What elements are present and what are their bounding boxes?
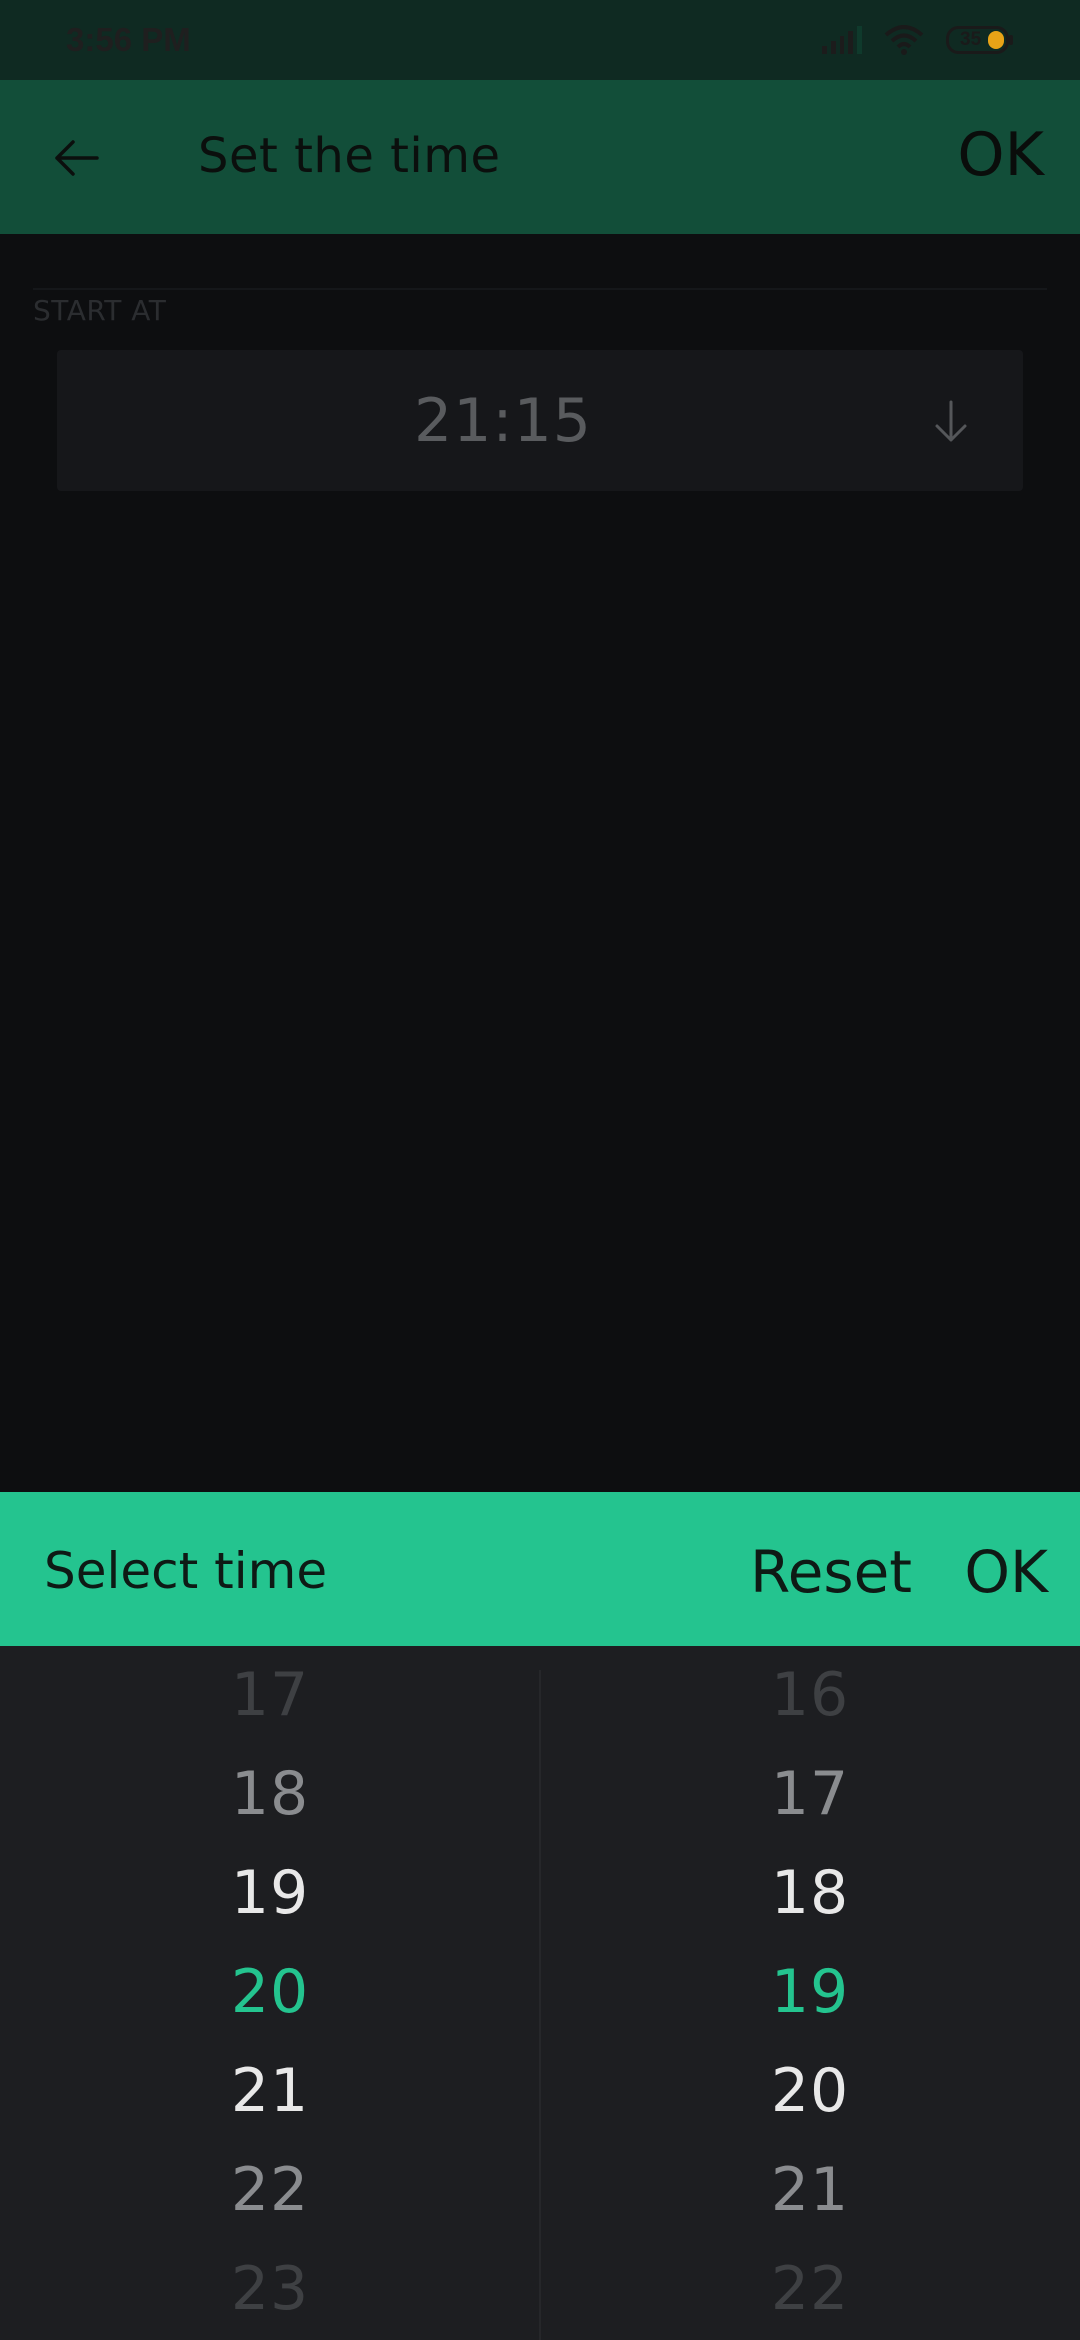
minute-option[interactable]: 22 xyxy=(540,2240,1080,2339)
time-picker-wheels: 17 18 19 20 21 22 23 16 17 18 19 20 21 2… xyxy=(0,1646,1080,2340)
minute-option[interactable]: 18 xyxy=(540,1844,1080,1943)
status-time: 3:56 PM xyxy=(66,21,191,58)
arrow-left-icon xyxy=(55,140,99,176)
hour-option[interactable]: 21 xyxy=(0,2042,540,2141)
status-icons: 35 xyxy=(822,25,1014,55)
wifi-icon xyxy=(884,25,924,55)
hour-option[interactable]: 17 xyxy=(0,1646,540,1745)
hour-option[interactable]: 19 xyxy=(0,1844,540,1943)
signal-icon xyxy=(822,26,862,54)
hour-wheel[interactable]: 17 18 19 20 21 22 23 xyxy=(0,1646,540,2340)
reset-button[interactable]: Reset xyxy=(750,1538,912,1606)
minute-option[interactable]: 20 xyxy=(540,2042,1080,2141)
ok-button[interactable]: OK xyxy=(957,120,1044,190)
hour-option[interactable]: 23 xyxy=(0,2240,540,2339)
divider xyxy=(33,288,1047,290)
minute-option[interactable]: 21 xyxy=(540,2141,1080,2240)
back-button[interactable] xyxy=(36,122,116,194)
start-time-value: 21:15 xyxy=(414,386,592,456)
minute-wheel[interactable]: 16 17 18 19 20 21 22 xyxy=(540,1646,1080,2340)
start-time-field[interactable]: 21:15 xyxy=(57,350,1023,491)
hour-option-selected[interactable]: 20 xyxy=(0,1943,540,2042)
battery-level: 35 xyxy=(960,29,982,50)
app-bar: Set the time OK xyxy=(0,80,1080,234)
hour-option[interactable]: 22 xyxy=(0,2141,540,2240)
time-picker-title: Select time xyxy=(44,1542,328,1600)
time-picker-header: Select time Reset OK xyxy=(0,1492,1080,1646)
status-bar: 3:56 PM 35 xyxy=(0,0,1080,80)
start-at-label: START AT xyxy=(33,294,167,327)
minute-option[interactable]: 16 xyxy=(540,1646,1080,1745)
minute-option-selected[interactable]: 19 xyxy=(540,1943,1080,2042)
battery-icon: 35 xyxy=(946,25,1014,55)
arrow-down-icon xyxy=(935,400,967,442)
hour-option[interactable]: 18 xyxy=(0,1745,540,1844)
page-title: Set the time xyxy=(198,128,501,184)
picker-ok-button[interactable]: OK xyxy=(964,1538,1048,1606)
minute-option[interactable]: 17 xyxy=(540,1745,1080,1844)
